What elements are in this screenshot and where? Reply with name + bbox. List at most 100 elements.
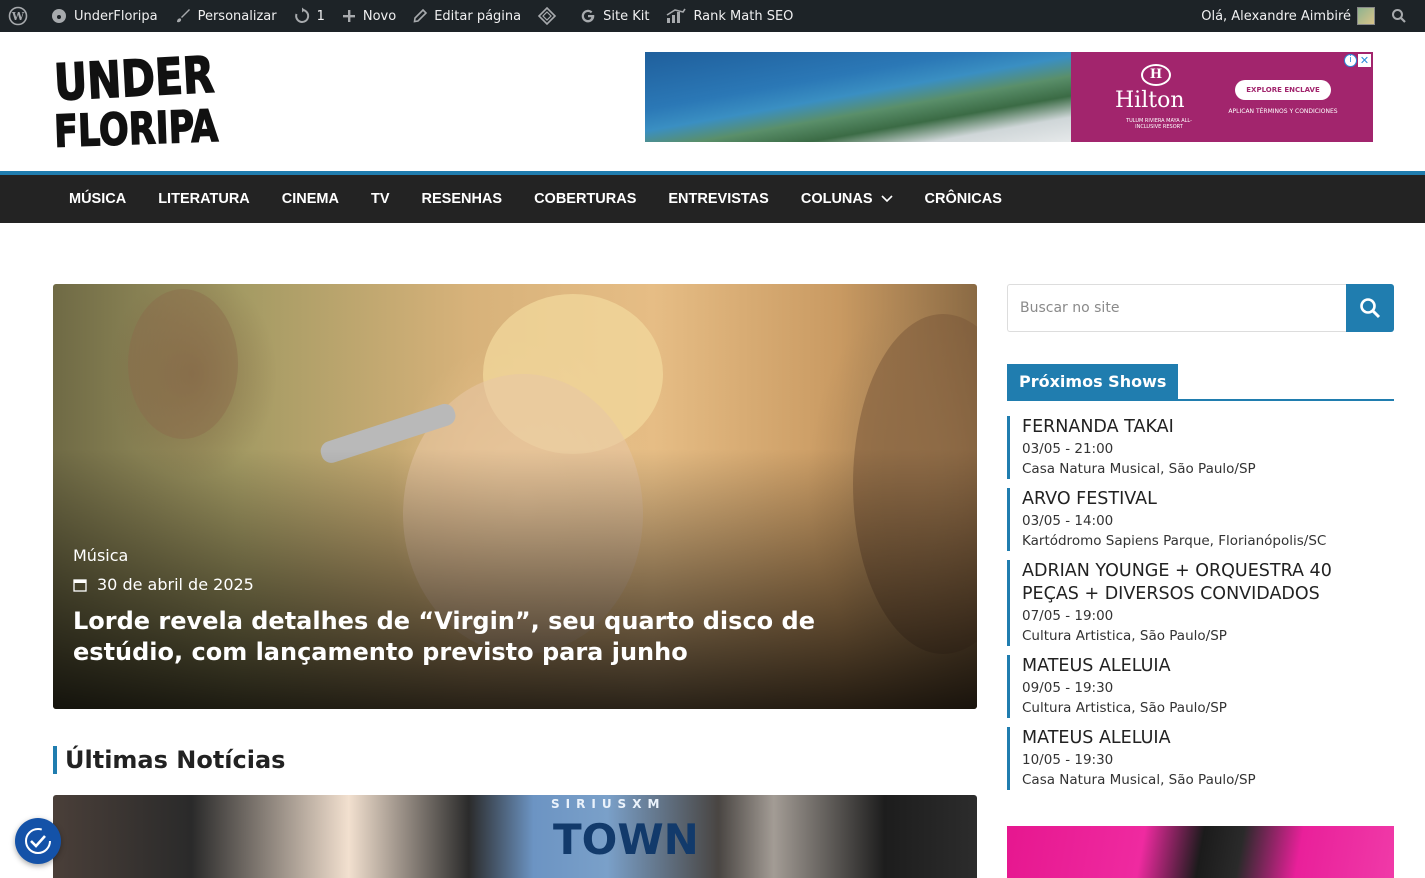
news-card-image[interactable]: SIRIUSXM TOWN [53, 795, 977, 878]
nav-item-label: Música [69, 191, 127, 207]
featured-post[interactable]: Música 30 de abril de 2025 Lorde revela … [53, 284, 977, 709]
rank-math-icon [667, 8, 687, 23]
nav-item-label: Literatura [158, 191, 250, 207]
logo-line-2: FLORIPA [53, 101, 219, 152]
post-date-label: 30 de abril de 2025 [97, 575, 254, 594]
show-place: Casa Natura Musical, São Paulo/SP [1022, 772, 1256, 788]
ad-cta-button[interactable]: EXPLORE ENCLAVE [1235, 80, 1331, 100]
edit-page-label: Editar página [434, 8, 522, 24]
nav-item-label: Crônicas [924, 191, 1002, 207]
search-input[interactable] [1007, 284, 1346, 332]
diamond-plugin-link[interactable] [529, 0, 571, 32]
calendar-icon [73, 578, 87, 592]
show-name: FERNANDA TAKAI [1022, 417, 1174, 437]
updates-count: 1 [316, 8, 325, 24]
svg-text:W: W [11, 10, 25, 23]
customize-link[interactable]: Personalizar [166, 0, 285, 32]
post-title-link[interactable]: Lorde revela detalhes de “Virgin”, seu q… [73, 606, 933, 668]
sidebar-banner-image[interactable] [1007, 826, 1394, 878]
avatar [1357, 7, 1375, 25]
site-kit-label: Site Kit [603, 8, 650, 24]
nav-item-colunas[interactable]: Colunas [785, 175, 909, 223]
news-image-caption-big: TOWN [553, 815, 699, 864]
plus-icon [342, 10, 355, 22]
updates-link[interactable]: 1 [285, 0, 333, 32]
chevron-down-icon [880, 195, 893, 203]
new-content-link[interactable]: Novo [333, 0, 404, 32]
nav-item-tv[interactable]: TV [355, 175, 406, 223]
nav-item-coberturas[interactable]: Coberturas [518, 175, 652, 223]
wordpress-logo-button[interactable]: W [0, 0, 42, 32]
user-account-menu[interactable]: Olá, Alexandre Aimbiré [1193, 0, 1383, 32]
upcoming-shows-list: FERNANDA TAKAI 03/05 - 21:00 Casa Natura… [1007, 416, 1394, 799]
brush-icon [176, 9, 190, 23]
refresh-icon [294, 7, 309, 23]
ad-brand-panel: H Hilton TULUM RIVIERA MAYA ALL-INCLUSIV… [1071, 52, 1373, 142]
rank-math-link[interactable]: Rank Math SEO [657, 0, 801, 32]
show-date: 03/05 - 21:00 [1022, 441, 1114, 457]
list-item[interactable]: MATEUS ALELUIA 10/05 - 19:30 Casa Natura… [1007, 727, 1394, 790]
show-place: Kartódromo Sapiens Parque, Florianópolis… [1022, 533, 1327, 549]
search-icon [1360, 298, 1381, 319]
accessibility-button[interactable] [15, 818, 61, 864]
upcoming-shows-widget-header: Próximos Shows [1007, 364, 1394, 401]
news-image-caption-top: SIRIUSXM [551, 797, 666, 811]
nav-item-label: Colunas [800, 191, 873, 207]
show-date: 03/05 - 14:00 [1022, 513, 1114, 529]
nav-item-label: Entrevistas [668, 191, 769, 207]
latest-news-title: Últimas Notícias [53, 746, 285, 774]
search-button[interactable] [1346, 284, 1394, 332]
edit-page-link[interactable]: Editar página [404, 0, 529, 32]
list-item[interactable]: FERNANDA TAKAI 03/05 - 21:00 Casa Natura… [1007, 416, 1394, 479]
show-date: 09/05 - 19:30 [1022, 680, 1114, 696]
show-date: 07/05 - 19:00 [1022, 608, 1114, 624]
show-name: ARVO FESTIVAL [1022, 489, 1157, 509]
show-place: Cultura Artistica, São Paulo/SP [1022, 700, 1227, 716]
site-name-link[interactable]: UnderFloripa [42, 0, 166, 32]
nav-item-musica[interactable]: Música [53, 175, 142, 223]
user-greeting: Olá, Alexandre Aimbiré [1201, 8, 1351, 24]
show-place: Casa Natura Musical, São Paulo/SP [1022, 461, 1256, 477]
ad-banner[interactable]: H Hilton TULUM RIVIERA MAYA ALL-INCLUSIV… [645, 52, 1373, 142]
list-item[interactable]: MATEUS ALELUIA 09/05 - 19:30 Cultura Art… [1007, 655, 1394, 718]
nav-item-resenhas[interactable]: Resenhas [406, 175, 519, 223]
nav-item-cronicas[interactable]: Crônicas [909, 175, 1018, 223]
site-name-label: UnderFloripa [74, 8, 158, 24]
nav-item-label: TV [370, 191, 390, 207]
show-date: 10/05 - 19:30 [1022, 752, 1114, 768]
underfloripa-logo: UNDER FLORIPA [52, 45, 220, 158]
list-item[interactable]: ARVO FESTIVAL 03/05 - 14:00 Kartódromo S… [1007, 488, 1394, 551]
new-content-label: Novo [362, 8, 397, 24]
search-icon [1392, 9, 1406, 23]
nav-item-cinema[interactable]: Cinema [266, 175, 355, 223]
nav-item-label: Coberturas [534, 191, 637, 207]
ad-resort-photo [645, 52, 1071, 142]
nav-item-entrevistas[interactable]: Entrevistas [652, 175, 784, 223]
list-item[interactable]: ADRIAN YOUNGE + ORQUESTRA 40 PEÇAS + DIV… [1007, 560, 1394, 646]
site-kit-link[interactable]: Site Kit [571, 0, 657, 32]
nav-item-literatura[interactable]: Literatura [142, 175, 266, 223]
accessibility-icon [25, 828, 51, 854]
post-category-link[interactable]: Música [73, 546, 128, 565]
ad-info-icon[interactable]: i [1344, 54, 1357, 67]
dashboard-icon [52, 9, 66, 23]
ad-terms-text: APLICAN TÉRMINOS Y CONDICIONES [1228, 108, 1338, 115]
ad-close-icon[interactable]: ✕ [1358, 54, 1371, 67]
customize-label: Personalizar [197, 8, 277, 24]
show-place: Cultura Artistica, São Paulo/SP [1022, 628, 1227, 644]
admin-search-button[interactable] [1383, 0, 1425, 32]
main-navigation: Música Literatura Cinema TV Resenhas Cob… [0, 171, 1425, 223]
ad-brand-name: Hilton [1115, 88, 1185, 113]
site-logo[interactable]: UNDER FLORIPA [52, 45, 220, 158]
google-icon [581, 9, 595, 23]
nav-item-label: Resenhas [421, 191, 503, 207]
diamond-icon [537, 6, 557, 26]
hilton-logo-icon: H [1141, 64, 1171, 86]
wordpress-icon: W [8, 6, 28, 26]
nav-item-label: Cinema [281, 191, 339, 207]
pencil-icon [413, 8, 428, 23]
post-date: 30 de abril de 2025 [73, 575, 254, 594]
widget-title: Próximos Shows [1007, 364, 1179, 399]
ad-brand-subtitle: TULUM RIVIERA MAYA ALL-INCLUSIVE RESORT [1126, 118, 1192, 130]
show-name: MATEUS ALELUIA [1022, 656, 1171, 676]
